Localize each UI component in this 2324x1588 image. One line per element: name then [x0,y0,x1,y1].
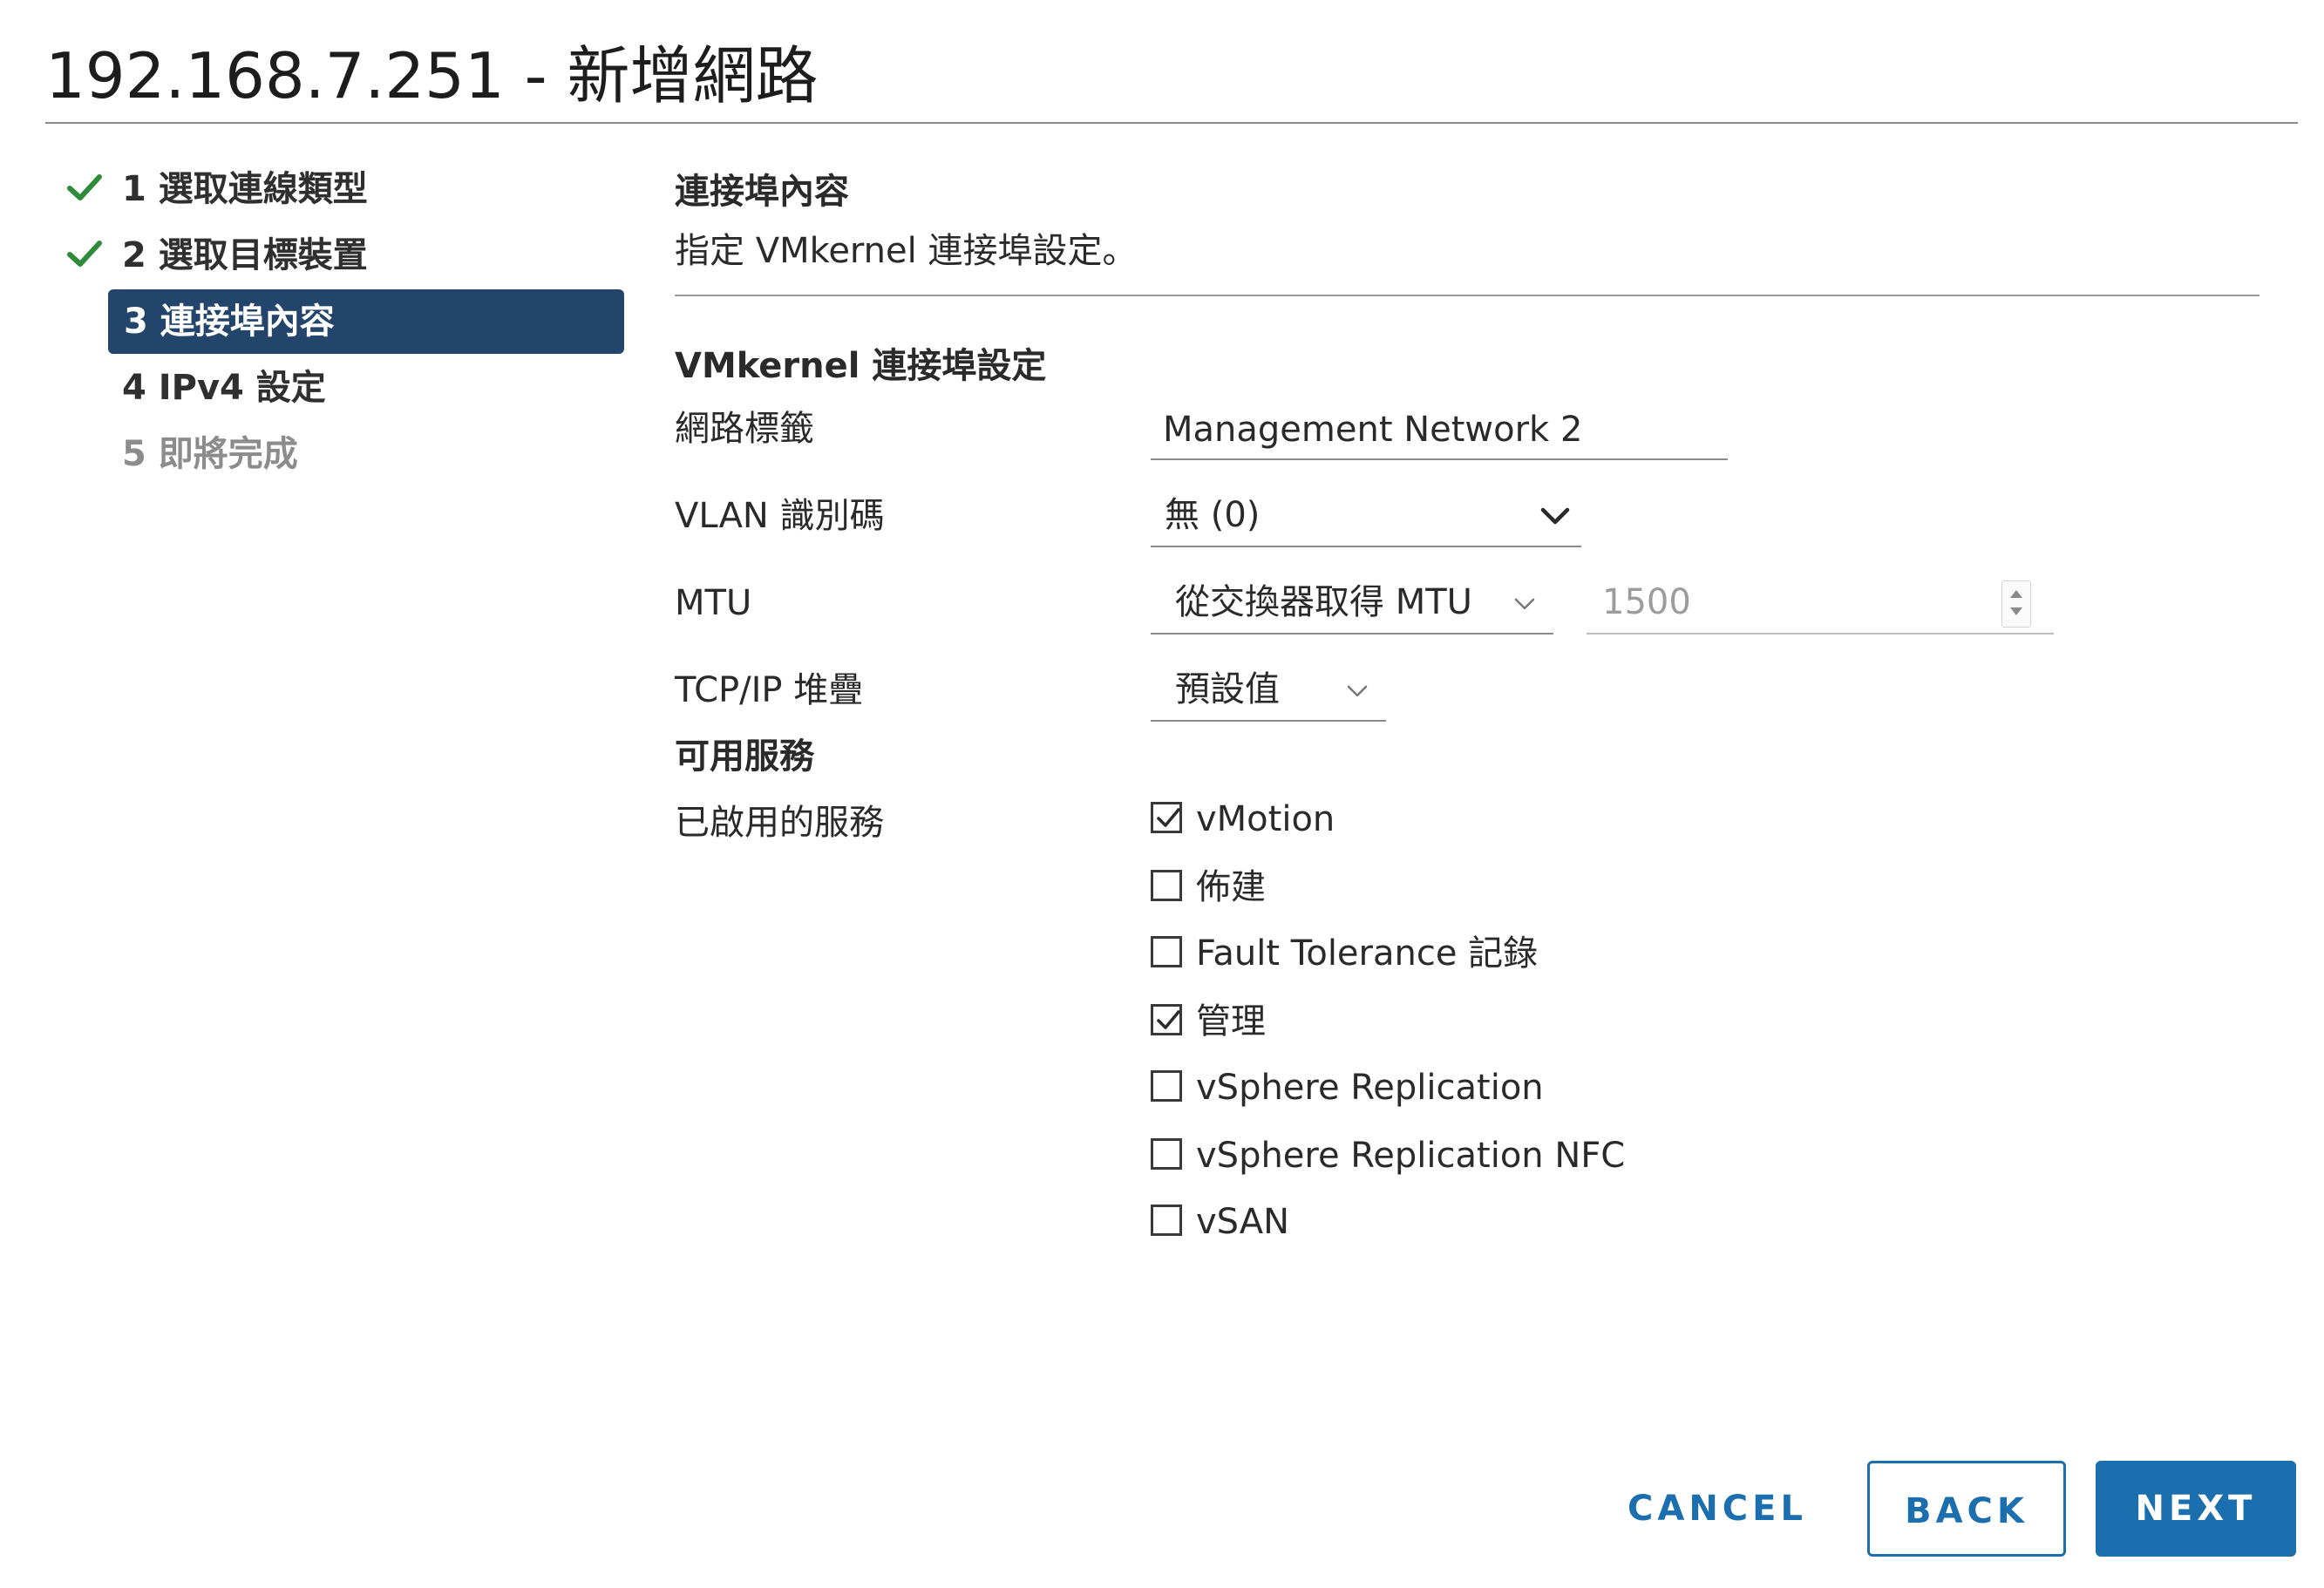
enabled-services-label: 已啟用的服務 [675,803,884,843]
vmkernel-settings-title: VMkernel 連接埠設定 [675,346,1047,386]
step-label: 5 即將完成 [122,434,298,474]
service-label: 管理 [1196,1001,1266,1042]
cancel-button[interactable]: CANCEL [1621,1461,1813,1557]
vlan-id-value: 無 (0) [1165,495,1261,535]
checkbox-unchecked-icon[interactable] [1151,936,1182,967]
chevron-down-icon [1347,685,1368,697]
service-label: Fault Tolerance 記錄 [1196,933,1539,974]
step-select-connection-type[interactable]: 1 選取連線類型 [66,157,624,221]
checkbox-unchecked-icon[interactable] [1151,870,1182,901]
step-label: 4 IPv4 設定 [122,368,326,408]
spinner-arrows-icon[interactable] [2001,580,2031,628]
available-services-title: 可用服務 [675,736,814,777]
step-port-properties[interactable]: 3 連接埠內容 [66,289,624,354]
service-label: 佈建 [1196,867,1266,907]
chevron-down-icon [1514,598,1535,610]
vlan-id-select[interactable]: 無 (0) [1151,488,1581,547]
section-divider [675,295,2259,296]
spinner-down-icon[interactable] [2010,607,2022,615]
mtu-value-input[interactable]: 1500 [1587,575,2054,635]
checkmark-icon [1157,808,1180,827]
checkbox-checked-icon[interactable] [1151,802,1182,833]
service-label: vMotion [1196,799,1335,839]
back-button[interactable]: BACK [1867,1461,2066,1557]
checkbox-unchecked-icon[interactable] [1151,1205,1182,1236]
step-label: 1 選取連線類型 [122,169,368,209]
service-label: vSAN [1196,1202,1290,1242]
tcpip-stack-select[interactable]: 預設值 [1151,662,1386,722]
chevron-down-icon [1540,507,1570,525]
network-label-label: 網路標籤 [675,409,814,449]
tcpip-stack-label: TCP/IP 堆疊 [675,670,864,710]
title-divider [45,122,2298,124]
checkmark-icon [67,241,102,267]
tcpip-stack-value: 預設值 [1175,669,1280,709]
network-label-input[interactable] [1151,401,1728,460]
checkbox-unchecked-icon[interactable] [1151,1070,1182,1102]
checkbox-checked-icon[interactable] [1151,1004,1182,1035]
mtu-mode-select[interactable]: 從交換器取得 MTU [1151,575,1553,635]
checkmark-icon [67,174,102,200]
spinner-up-icon[interactable] [2010,590,2022,598]
section-description: 指定 VMkernel 連接埠設定。 [675,231,1138,271]
step-select-target-device[interactable]: 2 選取目標裝置 [66,223,624,288]
step-label: 3 連接埠內容 [124,302,335,342]
checkmark-icon [1157,1010,1180,1029]
step-ipv4-settings[interactable]: 4 IPv4 設定 [66,356,624,420]
checkbox-unchecked-icon[interactable] [1151,1138,1182,1170]
step-ready-to-complete: 5 即將完成 [66,422,624,486]
service-label: vSphere Replication [1196,1068,1544,1108]
next-button[interactable]: NEXT [2096,1461,2296,1557]
service-label: vSphere Replication NFC [1196,1136,1626,1176]
step-label: 2 選取目標裝置 [122,235,368,275]
mtu-label: MTU [675,583,752,623]
mtu-value: 1500 [1602,582,1691,622]
dialog-title: 192.168.7.251 - 新增網路 [45,39,819,112]
section-title: 連接埠內容 [675,172,849,212]
vlan-id-label: VLAN 識別碼 [675,496,885,536]
mtu-mode-value: 從交換器取得 MTU [1175,582,1472,622]
